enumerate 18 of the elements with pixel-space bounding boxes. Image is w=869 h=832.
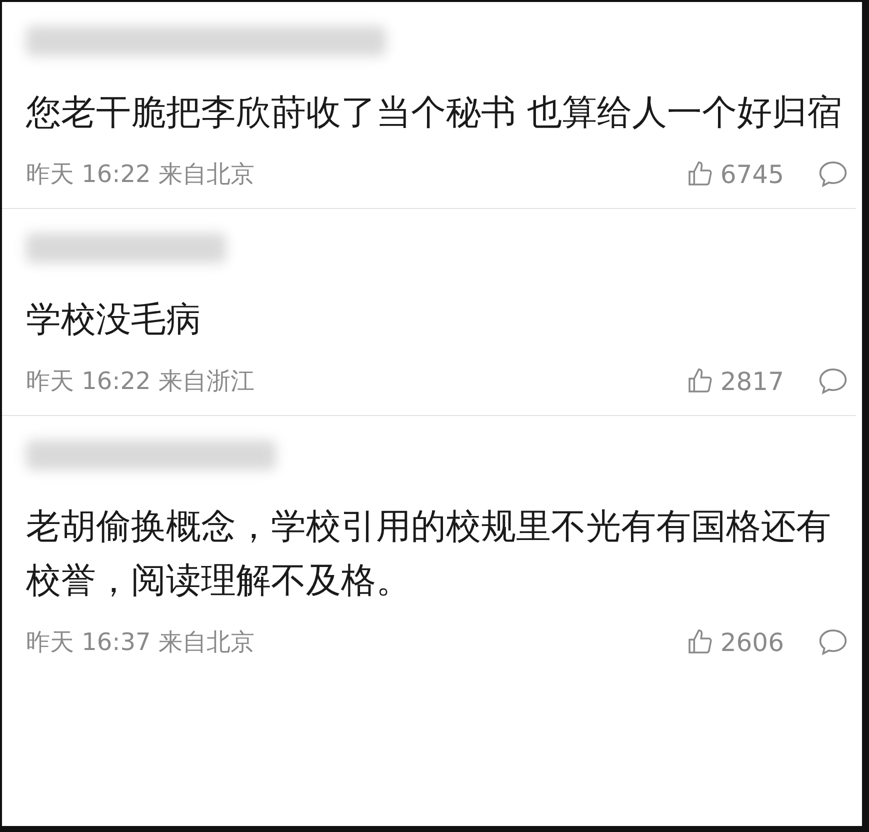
thumbs-up-icon [686,367,714,395]
comment-icon [818,160,848,188]
like-button[interactable]: 6745 [686,160,784,188]
comment-text: 您老干脆把李欣莳收了当个秘书 也算给人一个好归宿 [26,92,844,135]
comment-meta: 昨天 16:37 来自北京 [26,627,256,658]
comment-meta: 昨天 16:22 来自浙江 [26,366,256,397]
like-button[interactable]: 2606 [686,628,784,656]
reply-button[interactable] [818,160,848,188]
comment-meta: 昨天 16:22 来自北京 [26,159,256,190]
comment-icon [818,367,848,395]
comment-text: 学校没毛病 [26,299,202,342]
thumbs-up-icon [686,160,714,188]
reply-button[interactable] [818,628,848,656]
reply-button[interactable] [818,367,848,395]
comment-icon [818,628,848,656]
thumbs-up-icon [686,628,714,656]
comment-text: 老胡偷换概念，学校引用的校规里不光有有国格还有校誉，阅读理解不及格。 [26,506,832,603]
like-button[interactable]: 2817 [686,366,784,396]
